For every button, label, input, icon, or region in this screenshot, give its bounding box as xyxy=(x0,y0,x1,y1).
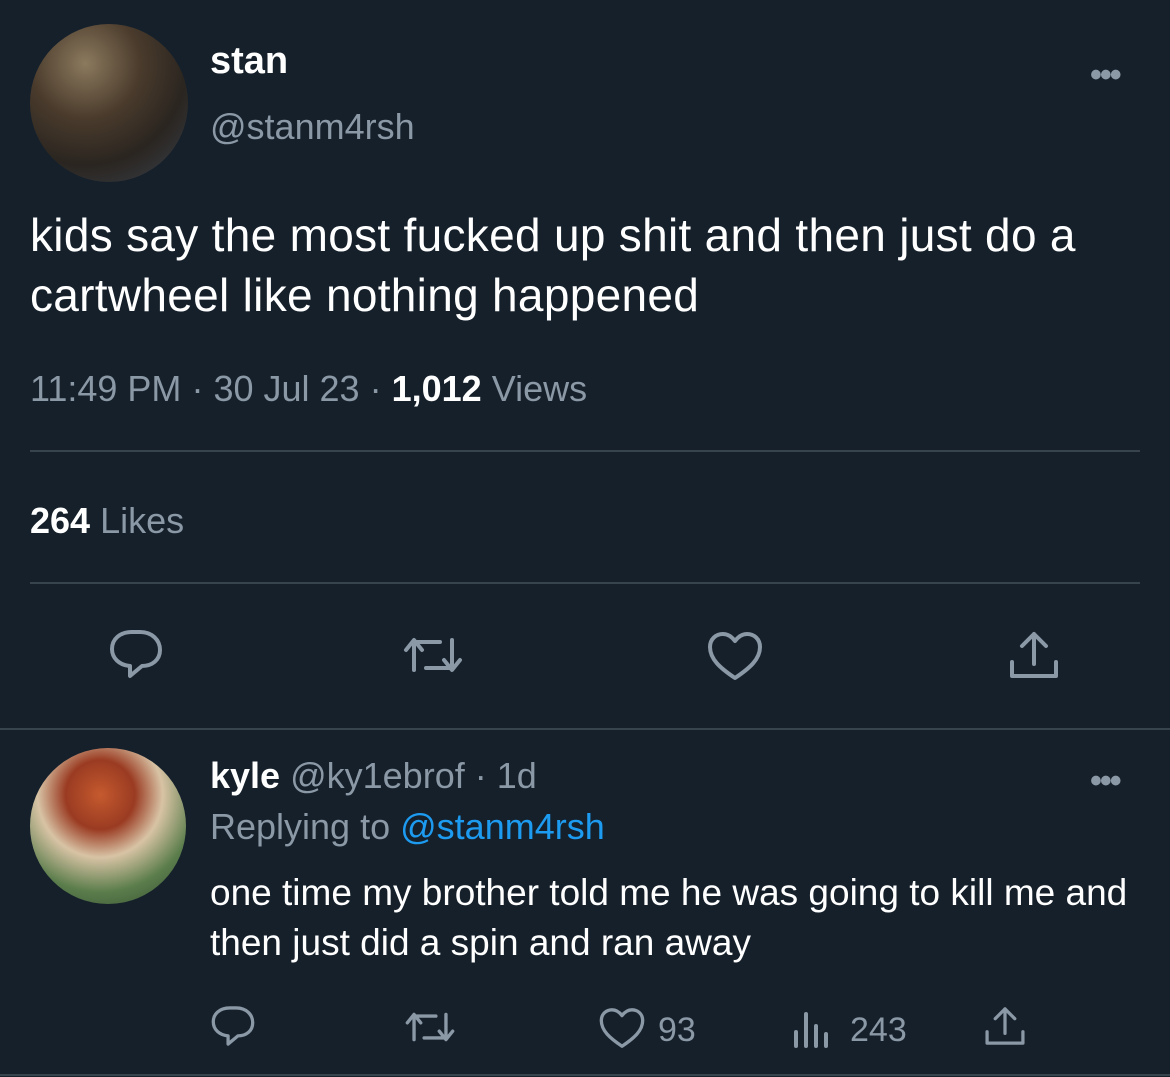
divider xyxy=(30,582,1140,584)
reply-header: kyle @ky1ebrof · 1d xyxy=(210,755,537,797)
more-options-button[interactable]: ••• xyxy=(1090,56,1122,95)
tweet-meta: 11:49 PM · 30 Jul 23 · 1,012 Views xyxy=(30,368,587,410)
meta-separator: · xyxy=(191,368,204,409)
user-handle[interactable]: @stanm4rsh xyxy=(210,106,415,148)
likes-label: Likes xyxy=(100,500,185,541)
share-icon[interactable] xyxy=(1006,628,1062,682)
reply-display-name[interactable]: kyle xyxy=(210,755,280,796)
likes-summary[interactable]: 264 Likes xyxy=(30,500,184,542)
tweet-time[interactable]: 11:49 PM xyxy=(30,368,181,409)
retweet-icon[interactable] xyxy=(400,630,466,680)
reply-like-count: 93 xyxy=(658,1011,696,1049)
thread-divider xyxy=(0,1074,1170,1076)
tweet-text: kids say the most fucked up shit and the… xyxy=(30,209,1076,321)
reply-handle[interactable]: @ky1ebrof xyxy=(290,755,465,796)
reply-text: one time my brother told me he was going… xyxy=(210,872,1128,963)
views-label: Views xyxy=(491,368,588,409)
display-name[interactable]: stan xyxy=(210,40,288,83)
replying-to-mention[interactable]: @stanm4rsh xyxy=(400,806,605,847)
reply-separator: · xyxy=(474,755,487,796)
reply-age[interactable]: 1d xyxy=(497,755,537,796)
replying-to: Replying to @stanm4rsh xyxy=(210,806,605,848)
avatar[interactable] xyxy=(30,24,188,182)
reply-reply-icon[interactable] xyxy=(210,1004,256,1048)
tweet-date[interactable]: 30 Jul 23 xyxy=(213,368,359,409)
views-icon[interactable] xyxy=(792,1008,834,1048)
reply-icon[interactable] xyxy=(108,628,164,680)
views-count: 1,012 xyxy=(391,368,482,409)
reply-views-count: 243 xyxy=(850,1011,907,1049)
likes-count: 264 xyxy=(30,500,91,541)
reply-more-options-button[interactable]: ••• xyxy=(1090,762,1122,801)
thread-divider xyxy=(0,728,1170,730)
divider xyxy=(30,450,1140,452)
like-icon[interactable] xyxy=(706,630,764,682)
reply-like-icon[interactable] xyxy=(598,1006,646,1050)
reply-share-icon[interactable] xyxy=(982,1004,1028,1048)
meta-separator: · xyxy=(369,368,382,409)
reply-avatar[interactable] xyxy=(30,748,186,904)
replying-to-label: Replying to xyxy=(210,806,391,847)
reply-retweet-icon[interactable] xyxy=(402,1006,458,1048)
